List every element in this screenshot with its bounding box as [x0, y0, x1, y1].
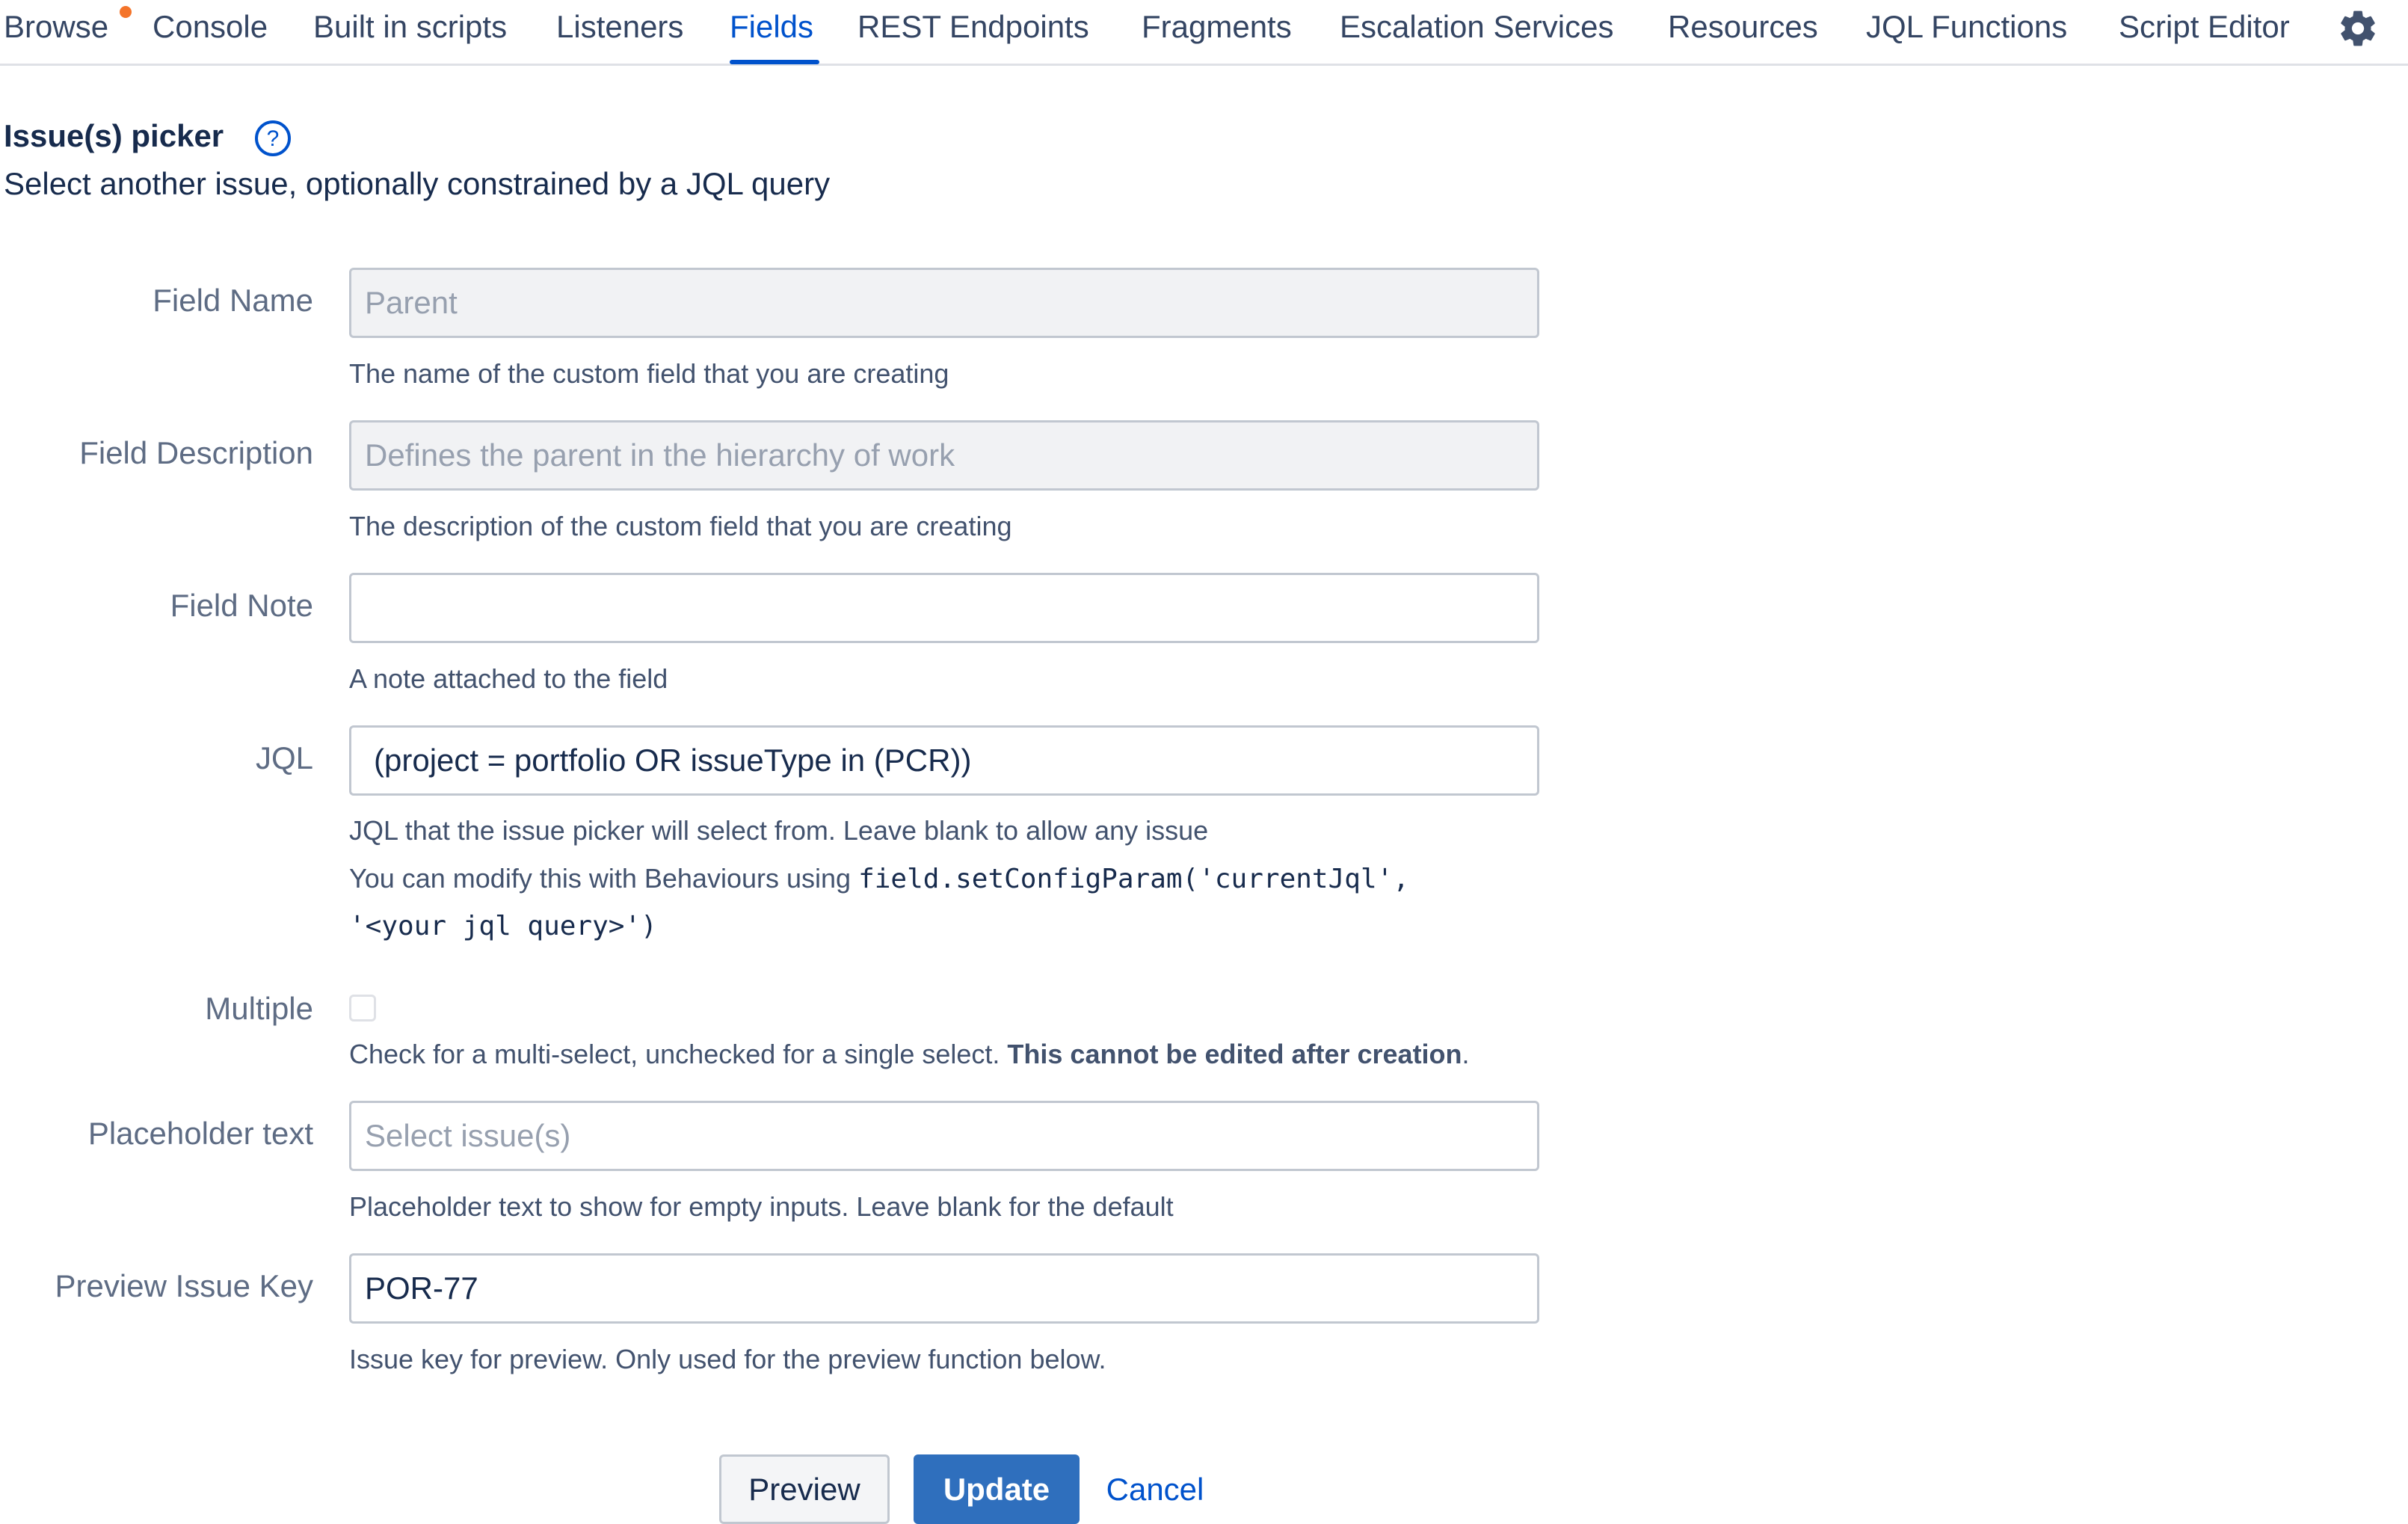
nav-built-in-scripts[interactable]: Built in scripts — [313, 6, 507, 48]
field-name-input[interactable] — [349, 268, 1539, 338]
field-note-input[interactable] — [349, 573, 1539, 643]
multiple-label: Multiple — [205, 991, 313, 1026]
jql-code-snippet-continued: '<your jql query>') — [349, 902, 657, 950]
placeholder-text-help: Placeholder text to show for empty input… — [349, 1191, 1174, 1222]
jql-input[interactable] — [349, 725, 1539, 796]
notification-dot — [120, 6, 132, 18]
gear-icon[interactable] — [2337, 7, 2379, 49]
field-name-label: Field Name — [153, 283, 313, 318]
nav-rest-endpoints[interactable]: REST Endpoints — [857, 6, 1089, 48]
section-description: Select another issue, optionally constra… — [4, 166, 831, 201]
field-description-label: Field Description — [79, 435, 313, 470]
preview-issue-key-label: Preview Issue Key — [55, 1268, 313, 1303]
nav-listeners[interactable]: Listeners — [556, 6, 683, 48]
multiple-help-text: Check for a multi-select, unchecked for … — [349, 1039, 1000, 1069]
top-nav: Browse Console Built in scripts Listener… — [0, 0, 2408, 66]
preview-issue-key-input[interactable] — [349, 1253, 1539, 1324]
jql-help: JQL that the issue picker will select fr… — [349, 815, 1209, 846]
nav-fields[interactable]: Fields — [730, 6, 813, 48]
field-description-help: The description of the custom field that… — [349, 511, 1012, 541]
jql-behaviours-help-text: You can modify this with Behaviours usin… — [349, 863, 852, 894]
jql-code-snippet: field.setConfigParam('currentJql', — [858, 864, 1409, 894]
nav-resources[interactable]: Resources — [1668, 6, 1818, 48]
question-circle-icon[interactable]: ? — [254, 120, 292, 157]
preview-button[interactable]: Preview — [719, 1454, 890, 1524]
nav-script-editor[interactable]: Script Editor — [2119, 6, 2290, 48]
field-description-input[interactable] — [349, 420, 1539, 491]
svg-text:?: ? — [267, 126, 280, 151]
jql-behaviours-help: You can modify this with Behaviours usin… — [349, 855, 1409, 903]
field-note-help: A note attached to the field — [349, 663, 668, 694]
placeholder-text-label: Placeholder text — [87, 1116, 313, 1151]
jql-label: JQL — [255, 740, 313, 775]
cancel-button[interactable]: Cancel — [1099, 1454, 1211, 1524]
active-tab-indicator — [730, 60, 819, 64]
multiple-help: Check for a multi-select, unchecked for … — [349, 1030, 1470, 1078]
update-button[interactable]: Update — [914, 1454, 1080, 1524]
multiple-checkbox[interactable] — [349, 995, 376, 1021]
nav-console[interactable]: Console — [153, 6, 268, 48]
multiple-help-period: . — [1462, 1039, 1470, 1069]
field-name-help: The name of the custom field that you ar… — [349, 358, 949, 389]
multiple-help-warning: This cannot be edited after creation — [1007, 1039, 1462, 1069]
placeholder-text-input[interactable] — [349, 1101, 1539, 1171]
nav-fragments[interactable]: Fragments — [1142, 6, 1292, 48]
section-title: Issue(s) picker — [4, 118, 224, 153]
nav-browse[interactable]: Browse — [4, 6, 108, 48]
preview-issue-key-help: Issue key for preview. Only used for the… — [349, 1344, 1106, 1374]
nav-escalation-services[interactable]: Escalation Services — [1340, 6, 1614, 48]
field-note-label: Field Note — [170, 588, 313, 623]
nav-jql-functions[interactable]: JQL Functions — [1866, 6, 2067, 48]
jql-code-snippet-end: '<your jql query>') — [349, 911, 657, 941]
